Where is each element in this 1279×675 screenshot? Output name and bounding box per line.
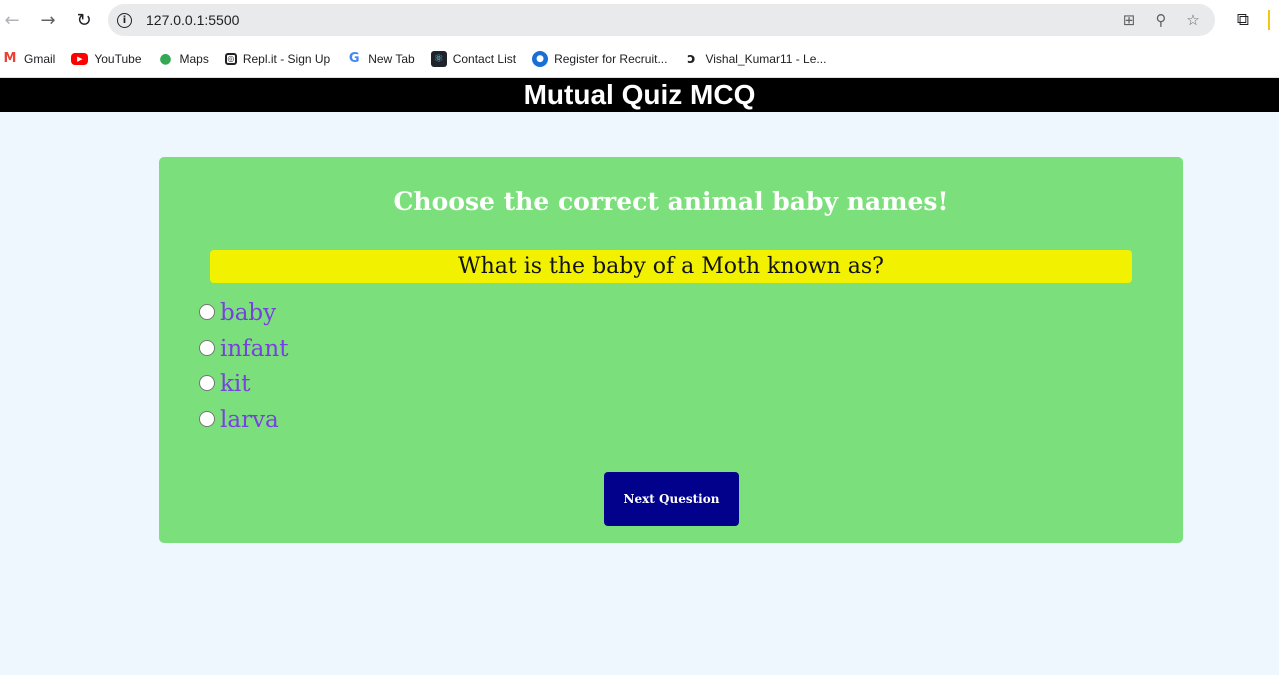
- question-text: What is the baby of a Moth known as?: [210, 250, 1132, 283]
- page-content: Mutual Quiz MCQ Choose the correct anima…: [0, 78, 1279, 675]
- leetcode-icon: ↄ: [687, 50, 696, 67]
- youtube-icon: ▶: [71, 52, 89, 65]
- zoom-icon[interactable]: ⚲: [1151, 10, 1171, 30]
- bookmark-register[interactable]: ● Register for Recruit...: [532, 50, 668, 67]
- option-label[interactable]: baby: [220, 300, 276, 326]
- page-title: Mutual Quiz MCQ: [0, 78, 1279, 112]
- bookmark-star-icon[interactable]: ☆: [1183, 10, 1203, 30]
- bookmark-label: Repl.it - Sign Up: [242, 51, 331, 66]
- bookmark-label: Gmail: [24, 51, 56, 66]
- bookmark-label: Contact List: [452, 51, 517, 66]
- url-text[interactable]: 127.0.0.1:5500: [146, 12, 239, 28]
- bookmark-maps[interactable]: ● Maps: [158, 50, 209, 67]
- option-radio[interactable]: [199, 339, 215, 356]
- bookmark-label: Maps: [179, 51, 209, 66]
- google-icon: G: [348, 51, 360, 66]
- site-info-icon[interactable]: i: [117, 12, 132, 28]
- profile-indicator: [1268, 10, 1270, 30]
- options-list: baby infant kit larva: [199, 300, 288, 445]
- bookmark-label: New Tab: [368, 51, 415, 66]
- reload-icon[interactable]: ↻: [70, 6, 98, 34]
- option-infant[interactable]: infant: [199, 336, 288, 374]
- translate-icon[interactable]: ⊞: [1119, 10, 1139, 30]
- replit-icon: ◎: [224, 52, 237, 65]
- maps-icon: ●: [159, 50, 172, 67]
- bookmark-label: YouTube: [94, 51, 142, 66]
- bookmark-replit[interactable]: ◎ Repl.it - Sign Up: [224, 51, 331, 66]
- sbi-icon: ●: [532, 50, 549, 67]
- bookmark-label: Vishal_Kumar11 - Le...: [705, 51, 827, 66]
- address-bar[interactable]: i 127.0.0.1:5500 ⊞ ⚲ ☆: [108, 4, 1215, 36]
- bookmark-label: Register for Recruit...: [554, 51, 668, 66]
- option-kit[interactable]: kit: [199, 371, 288, 409]
- extensions-icon[interactable]: ⧉: [1232, 9, 1254, 31]
- option-radio[interactable]: [199, 304, 215, 320]
- back-arrow-icon[interactable]: ←: [0, 6, 26, 34]
- react-icon: ⚛: [430, 50, 447, 67]
- quiz-card: Choose the correct animal baby names! Wh…: [159, 157, 1183, 543]
- bookmark-leetcode[interactable]: ↄ Vishal_Kumar11 - Le...: [683, 51, 826, 67]
- option-label[interactable]: infant: [220, 336, 288, 362]
- bookmark-youtube[interactable]: ▶ YouTube: [71, 51, 142, 66]
- quiz-heading: Choose the correct animal baby names!: [393, 187, 949, 216]
- option-radio[interactable]: [199, 410, 215, 427]
- next-question-button[interactable]: Next Question: [604, 472, 739, 526]
- gmail-icon: M: [3, 51, 17, 66]
- option-larva[interactable]: larva: [199, 407, 288, 445]
- browser-toolbar: ← → ↻ i 127.0.0.1:5500 ⊞ ⚲ ☆ ⧉: [0, 0, 1279, 40]
- bookmarks-bar: M Gmail ▶ YouTube ● Maps ◎ Repl.it - Sig…: [0, 40, 1279, 78]
- option-baby[interactable]: baby: [199, 300, 288, 338]
- option-label[interactable]: kit: [220, 371, 251, 397]
- bookmark-gmail[interactable]: M Gmail: [2, 51, 56, 67]
- bookmark-new-tab[interactable]: G New Tab: [346, 51, 415, 67]
- option-label[interactable]: larva: [220, 407, 279, 433]
- bookmark-contact-list[interactable]: ⚛ Contact List: [430, 50, 517, 67]
- forward-arrow-icon[interactable]: →: [34, 6, 62, 34]
- option-radio[interactable]: [199, 375, 215, 392]
